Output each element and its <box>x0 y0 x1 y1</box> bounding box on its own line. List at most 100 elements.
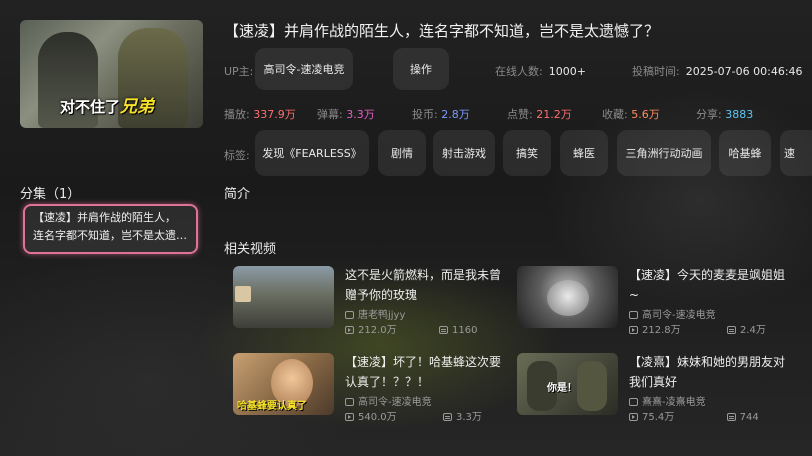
uploader-icon <box>345 311 354 319</box>
tag-item[interactable]: 射击游戏 <box>433 130 495 176</box>
operation-label: 操作 <box>410 63 432 76</box>
thumbnail-face <box>547 280 589 316</box>
stat-label: 收藏: <box>602 108 628 121</box>
tag-label: 蜂医 <box>573 147 595 160</box>
tag-label: 速 <box>784 147 795 160</box>
tag-label: 哈基蜂 <box>728 147 762 160</box>
related-video-author: 高司令-速凌电竞 <box>345 393 432 408</box>
danmaku-count-icon <box>727 326 737 334</box>
related-video-card[interactable]: 【速凌】今天的麦麦是飒姐姐~ 高司令-速凌电竞 212.8万 2.4万 <box>517 266 797 336</box>
related-video-card[interactable]: 哈基蜂要认真了 【速凌】坏了！哈基蜂这次要认真了！？？！ 高司令-速凌电竞 54… <box>233 353 513 423</box>
danmaku-count: 744 <box>739 412 759 423</box>
video-detail-page: 对不住了兄弟 【速凌】并肩作战的陌生人，连名字都不知道，岂不是太遗憾了？ UP主… <box>0 0 812 456</box>
meta-row: UP主: 高司令-速凌电竞 操作 在线人数: 1000+ 投稿时间: 2025-07… <box>224 48 804 90</box>
episode-item[interactable]: 【速凌】并肩作战的陌生人， 连名字都不知道，岂不是太遗憾了？ <box>23 204 198 254</box>
related-video-card[interactable]: 你是！ 【凌熹】妹妹和她的男朋友对我们真好 熹熹-凌熹电竞 75.4万 744 <box>517 353 797 423</box>
author-name: 高司令-速凌电竞 <box>358 397 432 408</box>
danmaku-count-icon <box>439 326 449 334</box>
uploader-name: 高司令-速凌电竞 <box>263 63 345 76</box>
uploader-icon <box>629 311 638 319</box>
tag-label: 射击游戏 <box>442 147 486 160</box>
stat-value: 3.3万 <box>346 108 375 121</box>
play-count: 75.4万 <box>642 412 675 423</box>
online-count: 在线人数: 1000+ <box>495 63 586 79</box>
tag-item[interactable]: 速 <box>780 130 812 176</box>
uploader-icon <box>629 398 638 406</box>
danmaku-count: 3.3万 <box>456 412 482 423</box>
play-count-icon <box>345 413 354 421</box>
related-video-title: 【凌熹】妹妹和她的男朋友对我们真好 <box>629 355 786 389</box>
stat-favorites: 收藏: 5.6万 <box>602 106 660 122</box>
online-label: 在线人数: <box>495 65 543 78</box>
episodes-heading: 分集（1） <box>20 187 81 202</box>
related-video-stats: 75.4万 744 <box>629 408 759 423</box>
tag-label: 剧情 <box>391 147 413 160</box>
play-count-icon <box>629 326 638 334</box>
stat-shares: 分享: 3883 <box>696 106 753 122</box>
danmaku-count-icon <box>443 413 453 421</box>
author-name: 熹熹-凌熹电竞 <box>642 397 706 408</box>
tags-row: 标签: 发现《FEARLESS》 剧情 射击游戏 搞笑 蜂医 三角洲行动动画 哈… <box>224 130 812 178</box>
stats-row: 播放: 337.9万 弹幕: 3.3万 投币: 2.8万 点赞: 21.2万 收… <box>224 106 804 122</box>
operation-button[interactable]: 操作 <box>393 48 449 90</box>
play-count: 540.0万 <box>358 412 397 423</box>
uploader-icon <box>345 398 354 406</box>
thumbnail-caption: 哈基蜂要认真了 <box>237 401 307 412</box>
cover-caption-yellow: 兄弟 <box>120 97 155 117</box>
tag-item[interactable]: 哈基蜂 <box>719 130 771 176</box>
related-video-title: 【速凌】今天的麦麦是飒姐姐~ <box>629 268 786 302</box>
thumbnail-caption: 你是！ <box>547 383 577 394</box>
stat-label: 点赞: <box>507 108 533 121</box>
author-name: 唐老鸭jjyy <box>358 310 406 321</box>
related-video-card[interactable]: 这不是火箭燃料，而是我未曾赠予你的玫瑰 唐老鸭jjyy 212.0万 1160 <box>233 266 513 336</box>
stat-danmaku: 弹幕: 3.3万 <box>317 106 375 122</box>
stat-value: 3883 <box>725 108 754 121</box>
stat-value: 2.8万 <box>441 108 470 121</box>
video-thumbnail: 你是！ <box>517 353 618 415</box>
play-count: 212.8万 <box>642 325 681 336</box>
stat-label: 播放: <box>224 108 250 121</box>
tag-item[interactable]: 三角洲行动动画 <box>617 130 711 176</box>
play-count: 212.0万 <box>358 325 397 336</box>
stat-likes: 点赞: 21.2万 <box>507 106 572 122</box>
tag-item[interactable]: 蜂医 <box>560 130 608 176</box>
video-thumbnail <box>233 266 334 328</box>
video-cover[interactable]: 对不住了兄弟 <box>20 20 203 128</box>
related-video-author: 唐老鸭jjyy <box>345 306 405 321</box>
uploader-button[interactable]: 高司令-速凌电竞 <box>255 48 353 90</box>
tag-item[interactable]: 搞笑 <box>503 130 551 176</box>
related-video-title: 这不是火箭燃料，而是我未曾赠予你的玫瑰 <box>345 268 502 302</box>
video-thumbnail <box>517 266 618 328</box>
danmaku-count: 1160 <box>452 325 478 336</box>
pubtime-label: 投稿时间: <box>632 65 680 78</box>
stat-value: 21.2万 <box>536 108 572 121</box>
related-video-author: 高司令-速凌电竞 <box>629 306 716 321</box>
stat-value: 337.9万 <box>253 108 296 121</box>
intro-heading: 简介 <box>224 187 251 202</box>
thumbnail-inset <box>235 286 251 302</box>
online-value: 1000+ <box>548 65 586 78</box>
tag-item[interactable]: 发现《FEARLESS》 <box>255 130 369 176</box>
stat-value: 5.6万 <box>631 108 660 121</box>
tag-item[interactable]: 剧情 <box>378 130 426 176</box>
thumbnail-figure <box>577 361 607 411</box>
related-video-stats: 540.0万 3.3万 <box>345 408 482 423</box>
stat-label: 投币: <box>412 108 438 121</box>
video-thumbnail: 哈基蜂要认真了 <box>233 353 334 415</box>
author-name: 高司令-速凌电竞 <box>642 310 716 321</box>
play-count-icon <box>345 326 354 334</box>
stat-coins: 投币: 2.8万 <box>412 106 470 122</box>
cover-caption: 对不住了兄弟 <box>60 92 154 117</box>
video-title: 【速凌】并肩作战的陌生人，连名字都不知道，岂不是太遗憾了？ <box>224 22 660 40</box>
play-count-icon <box>629 413 638 421</box>
related-video-stats: 212.0万 1160 <box>345 321 477 336</box>
tag-label: 三角洲行动动画 <box>625 147 703 160</box>
episode-title-line1: 【速凌】并肩作战的陌生人， <box>33 211 176 224</box>
pubtime-value: 2025-07-06 00:46:46 <box>685 65 803 78</box>
tag-label: 发现《FEARLESS》 <box>262 147 362 160</box>
danmaku-count: 2.4万 <box>740 325 766 336</box>
publish-time: 投稿时间: 2025-07-06 00:46:46 <box>632 63 803 79</box>
stat-plays: 播放: 337.9万 <box>224 106 296 122</box>
stat-label: 分享: <box>696 108 722 121</box>
uploader-label: UP主: <box>224 65 254 78</box>
